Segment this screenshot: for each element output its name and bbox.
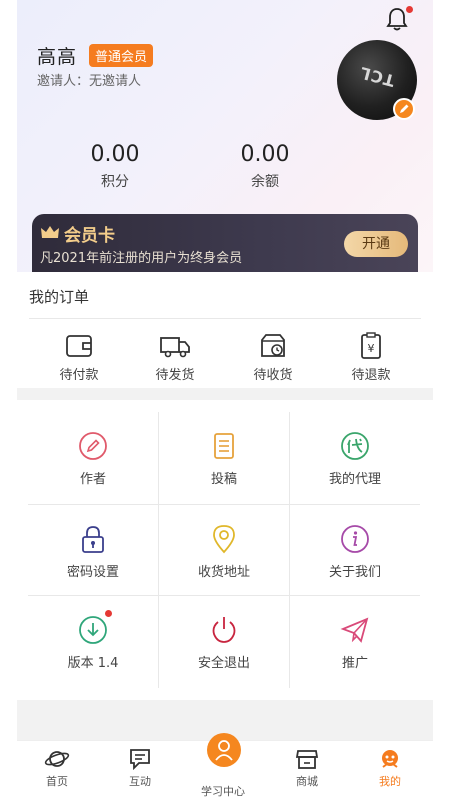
- tab-home[interactable]: 首页: [17, 747, 97, 789]
- grid-item-address-label: 收货地址: [197, 565, 250, 580]
- grid-item-logout[interactable]: 安全退出: [159, 596, 289, 688]
- grid-item-logout-label: 安全退出: [197, 656, 250, 671]
- grid-item-author[interactable]: 作者: [28, 412, 158, 504]
- tab-interact[interactable]: 互动: [100, 747, 180, 789]
- grid-item-promote-label: 推广: [341, 656, 368, 671]
- balance-stat[interactable]: 0.00 余额: [205, 142, 325, 191]
- inviter-text: 邀请人：无邀请人: [37, 74, 142, 89]
- grid-item-password[interactable]: 密码设置: [28, 505, 158, 597]
- vip-card-description: 凡2021年前注册的用户为终身会员: [40, 251, 243, 266]
- tab-interact-label: 互动: [129, 775, 151, 788]
- vip-card-title: 会员卡: [64, 226, 115, 246]
- orders-title: 我的订单: [29, 288, 90, 306]
- grid-item-password-label: 密码设置: [66, 565, 119, 580]
- grid-item-address[interactable]: 收货地址: [159, 505, 289, 597]
- user-name: 高高: [37, 46, 78, 68]
- vip-open-button[interactable]: 开通: [344, 231, 408, 257]
- info-icon: [341, 525, 369, 553]
- order-pending-refund[interactable]: ¥ 待退款: [331, 332, 411, 383]
- crown-icon: [41, 226, 59, 238]
- pencil-icon: [79, 432, 107, 460]
- avatar-edit-button[interactable]: [393, 98, 415, 120]
- agent-icon: [341, 432, 369, 460]
- wallet-icon: [66, 335, 92, 357]
- member-level-badge: 普通会员: [89, 44, 154, 67]
- points-label: 积分: [101, 174, 129, 190]
- grid-item-agent[interactable]: 我的代理: [290, 412, 420, 504]
- refund-icon: ¥: [361, 332, 381, 359]
- profile-page: 高高 普通会员 邀请人：无邀请人 TCL 0.00 积分 0.00 余额 会员卡…: [0, 0, 450, 800]
- tab-store[interactable]: 商城: [267, 747, 347, 789]
- download-icon: [79, 616, 107, 644]
- tab-store-label: 商城: [296, 775, 318, 788]
- svg-text:¥: ¥: [368, 342, 375, 355]
- tab-mine[interactable]: 我的: [350, 747, 430, 789]
- order-pending-payment[interactable]: 待付款: [39, 332, 119, 383]
- order-pending-receipt[interactable]: 待收货: [233, 332, 313, 383]
- orders-divider: [29, 318, 421, 319]
- grid-item-agent-label: 我的代理: [328, 472, 381, 487]
- order-pending-shipment[interactable]: 待发货: [135, 332, 215, 383]
- pencil-icon: [400, 104, 409, 113]
- document-icon: [214, 433, 234, 459]
- grid-item-author-label: 作者: [79, 472, 106, 487]
- grid-item-about-label: 关于我们: [328, 565, 381, 580]
- tcl-logo-avatar: TCL: [357, 62, 397, 91]
- grid-item-submit[interactable]: 投稿: [159, 412, 289, 504]
- tab-mine-label: 我的: [379, 775, 401, 788]
- function-grid: 作者 投稿 我的代理 密码设置 收货地址 关于我们 版本 1.4 安全退出 推广: [28, 412, 420, 688]
- truck-icon: [160, 337, 190, 358]
- package-clock-icon: [261, 334, 285, 357]
- order-pending-shipment-label: 待发货: [155, 368, 195, 383]
- tab-study-center-label: 学习中心: [201, 785, 245, 798]
- grid-item-submit-label: 投稿: [210, 472, 237, 487]
- balance-label: 余额: [251, 174, 279, 190]
- grid-item-about[interactable]: 关于我们: [290, 505, 420, 597]
- study-center-glyph-icon: [215, 740, 233, 761]
- chat-icon: [130, 749, 150, 771]
- section-gap: [17, 388, 433, 400]
- points-value: 0.00: [90, 142, 140, 167]
- location-icon: [213, 525, 235, 554]
- points-stat[interactable]: 0.00 积分: [55, 142, 175, 191]
- balance-value: 0.00: [240, 142, 290, 167]
- lock-icon: [82, 526, 104, 553]
- version-update-dot: [105, 610, 112, 617]
- paper-plane-icon: [340, 617, 369, 643]
- store-icon: [295, 750, 319, 769]
- orders-section: 我的订单 待付款 待发货 待收货 ¥ 待退款: [17, 272, 433, 388]
- grid-item-promote[interactable]: 推广: [290, 596, 420, 688]
- vip-card[interactable]: 会员卡 凡2021年前注册的用户为终身会员 开通: [32, 214, 418, 272]
- notification-bell[interactable]: [385, 6, 413, 34]
- tab-home-label: 首页: [46, 775, 68, 788]
- order-pending-receipt-label: 待收货: [253, 368, 293, 383]
- order-pending-refund-label: 待退款: [351, 368, 391, 383]
- study-center-icon[interactable]: [207, 733, 241, 767]
- profile-icon: [382, 750, 398, 768]
- power-icon: [212, 617, 236, 643]
- grid-item-version-label: 版本 1.4: [67, 656, 119, 671]
- planet-icon: [44, 751, 70, 767]
- bottom-tab-bar: 首页 互动 学习中心 商城 我的: [17, 733, 433, 800]
- notification-dot: [406, 6, 413, 13]
- order-pending-payment-label: 待付款: [59, 368, 99, 383]
- grid-item-version[interactable]: 版本 1.4: [28, 596, 158, 688]
